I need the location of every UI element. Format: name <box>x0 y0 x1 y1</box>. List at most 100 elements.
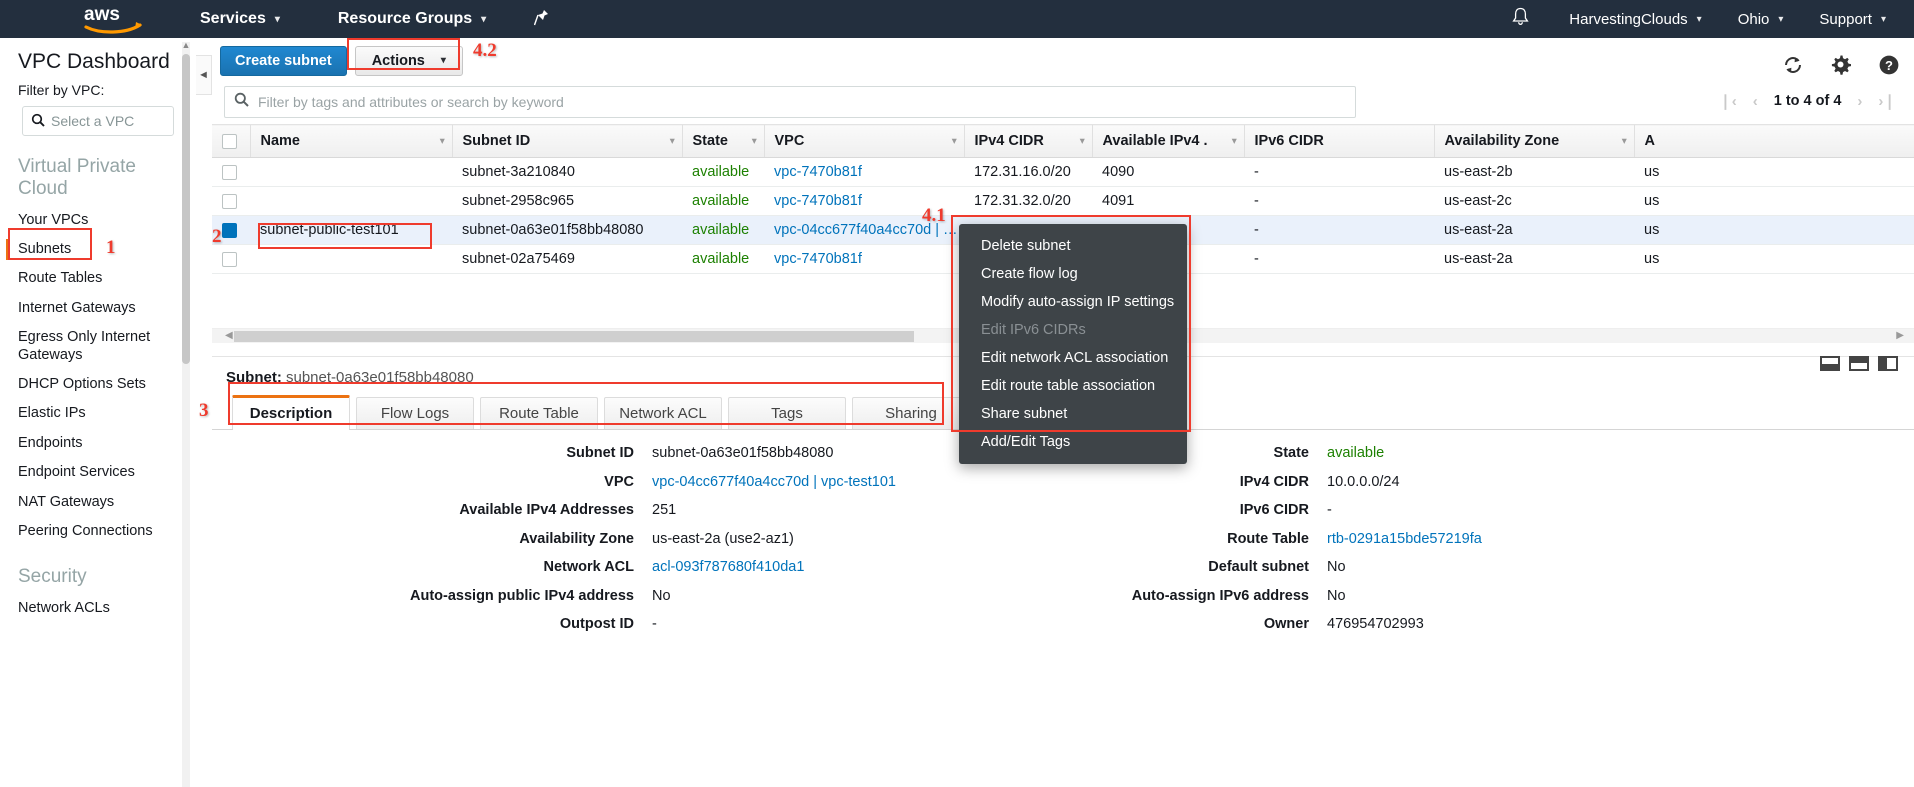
tab-description[interactable]: Description <box>232 395 350 430</box>
row-checkbox-cell[interactable] <box>212 215 250 245</box>
tab-tags[interactable]: Tags <box>728 397 846 429</box>
search-input[interactable]: Filter by tags and attributes or search … <box>224 86 1356 118</box>
nav-region-menu[interactable]: Ohio ▾ <box>1720 0 1802 38</box>
column-header-vpc[interactable]: VPC ▾ <box>763 124 964 158</box>
pin-icon[interactable] <box>518 9 565 30</box>
scroll-right-icon[interactable]: ▶ <box>1896 330 1904 342</box>
pagination-first[interactable]: ❘‹ <box>1719 92 1737 110</box>
row-checkbox[interactable] <box>222 193 237 209</box>
sidebar-item-route-tables[interactable]: Route Tables <box>0 264 190 293</box>
nav-services[interactable]: Services ▾ <box>182 0 298 38</box>
scroll-left-icon[interactable]: ◀ <box>225 330 233 342</box>
sidebar-item-internet-gateways[interactable]: Internet Gateways <box>0 294 190 323</box>
row-checkbox[interactable] <box>222 164 237 180</box>
sidebar-item-your-vpcs[interactable]: Your VPCs <box>0 206 190 235</box>
row-checkbox[interactable] <box>222 251 237 267</box>
cell-ipv6-cidr: - <box>1244 244 1434 274</box>
row-checkbox-cell[interactable] <box>212 157 250 187</box>
chevron-down-icon[interactable]: ▾ <box>952 136 957 147</box>
chevron-down-icon[interactable]: ▾ <box>440 136 445 147</box>
sidebar-item-peering-connections[interactable]: Peering Connections <box>0 517 190 546</box>
sidebar-item-dhcp-options-sets[interactable]: DHCP Options Sets <box>0 370 190 399</box>
scroll-up-icon[interactable]: ▲ <box>181 40 191 50</box>
sidebar-item-subnets[interactable]: Subnets <box>0 235 190 264</box>
actions-button[interactable]: Actions ▾ <box>354 46 463 76</box>
chevron-down-icon[interactable]: ▾ <box>1080 136 1085 147</box>
tab-route-table[interactable]: Route Table <box>480 397 598 429</box>
menu-item-edit-network-acl-association[interactable]: Edit network ACL association <box>959 344 1187 372</box>
vpc-link[interactable]: vpc-04cc677f40a4cc70d | … <box>774 222 958 238</box>
scrollbar-thumb[interactable] <box>234 331 914 342</box>
menu-item-add-edit-tags[interactable]: Add/Edit Tags <box>959 428 1187 456</box>
menu-item-modify-auto-assign-ip-settings[interactable]: Modify auto-assign IP settings <box>959 288 1187 316</box>
vpc-link[interactable]: vpc-7470b81f <box>774 251 862 267</box>
field-value-link[interactable]: rtb-0291a15bde57219fa <box>1327 530 1482 550</box>
column-header-availability-zone[interactable]: Availability Zone ▾ <box>1433 124 1634 158</box>
sidebar-item-egress-only-internet-gateways[interactable]: Egress Only Internet Gateways <box>0 323 190 370</box>
sidebar-item-elastic-ips[interactable]: Elastic IPs <box>0 399 190 428</box>
menu-item-share-subnet[interactable]: Share subnet <box>959 400 1187 428</box>
panel-split-icon[interactable] <box>1849 356 1869 371</box>
nav-resource-groups-label: Resource Groups <box>337 10 473 27</box>
tab-network-acl[interactable]: Network ACL <box>604 397 722 429</box>
nav-account-menu[interactable]: HarvestingClouds ▾ <box>1551 0 1719 38</box>
tab-sharing[interactable]: Sharing <box>852 397 970 429</box>
vpc-link[interactable]: vpc-7470b81f <box>774 193 862 209</box>
table-row[interactable]: subnet-2958c965 available vpc-7470b81f 1… <box>212 186 1914 216</box>
column-header-state[interactable]: State ▾ <box>681 124 764 158</box>
chevron-down-icon[interactable]: ▾ <box>752 136 757 147</box>
menu-item-create-flow-log[interactable]: Create flow log <box>959 260 1187 288</box>
column-header-name[interactable]: Name ▾ <box>249 124 452 158</box>
nav-resource-groups[interactable]: Resource Groups ▾ <box>320 0 504 38</box>
sidebar-item-endpoints[interactable]: Endpoints <box>0 429 190 458</box>
column-header-extra[interactable]: A <box>1633 124 1914 158</box>
vpc-link[interactable]: vpc-7470b81f <box>774 164 862 180</box>
menu-item-delete-subnet[interactable]: Delete subnet <box>959 232 1187 260</box>
sidebar-item-network-acls[interactable]: Network ACLs <box>0 594 190 623</box>
cell-subnet-id: subnet-3a210840 <box>452 157 682 187</box>
cell-vpc[interactable]: vpc-04cc677f40a4cc70d | … <box>764 215 964 245</box>
sidebar-scrollbar[interactable]: ▲ <box>181 40 191 787</box>
column-header-ipv4-cidr[interactable]: IPv4 CIDR ▾ <box>963 124 1092 158</box>
field-value-link[interactable]: vpc-04cc677f40a4cc70d | vpc-test101 <box>652 473 896 493</box>
column-header-available-ipv4[interactable]: Available IPv4 . ▾ <box>1091 124 1244 158</box>
cell-availability-zone: us-east-2b <box>1434 157 1634 187</box>
select-all-header[interactable] <box>212 124 250 158</box>
tab-flow-logs[interactable]: Flow Logs <box>356 397 474 429</box>
pagination-next[interactable]: › <box>1857 93 1862 110</box>
aws-logo[interactable]: aws <box>84 4 146 34</box>
row-checkbox-cell[interactable] <box>212 244 250 274</box>
sidebar-scrollbar-thumb[interactable] <box>182 54 190 364</box>
panel-right-icon[interactable] <box>1878 356 1898 371</box>
select-all-checkbox[interactable] <box>222 133 237 149</box>
vpc-select-input[interactable]: Select a VPC <box>22 106 174 136</box>
panel-bottom-icon[interactable] <box>1820 356 1840 371</box>
sidebar-item-nat-gateways[interactable]: NAT Gateways <box>0 488 190 517</box>
nav-support-menu[interactable]: Support ▾ <box>1801 0 1904 38</box>
detail-left-column: Subnet ID subnet-0a63e01f58bb48080 VPC v… <box>212 444 1112 644</box>
row-checkbox[interactable] <box>222 222 237 238</box>
cell-vpc[interactable]: vpc-7470b81f <box>764 186 964 216</box>
pagination-prev[interactable]: ‹ <box>1753 93 1758 110</box>
row-checkbox-cell[interactable] <box>212 186 250 216</box>
pagination-last[interactable]: ›❘ <box>1878 92 1896 110</box>
table-row[interactable]: subnet-3a210840 available vpc-7470b81f 1… <box>212 157 1914 187</box>
refresh-icon[interactable] <box>1782 54 1804 76</box>
menu-item-edit-route-table-association[interactable]: Edit route table association <box>959 372 1187 400</box>
cell-vpc[interactable]: vpc-7470b81f <box>764 244 964 274</box>
field-label: Route Table <box>1227 530 1309 547</box>
chevron-down-icon[interactable]: ▾ <box>1622 136 1627 147</box>
create-subnet-button[interactable]: Create subnet <box>220 46 347 76</box>
field-value-link[interactable]: acl-093f787680f410da1 <box>652 558 804 578</box>
gear-icon[interactable] <box>1830 54 1852 76</box>
column-header-subnet-id[interactable]: Subnet ID ▾ <box>451 124 682 158</box>
detail-field-vpc: VPC vpc-04cc677f40a4cc70d | vpc-test101 <box>212 473 1112 493</box>
sidebar-item-endpoint-services[interactable]: Endpoint Services <box>0 458 190 487</box>
help-icon[interactable]: ? <box>1878 54 1900 76</box>
sidebar-collapse-handle[interactable]: ◄ <box>196 55 212 95</box>
notifications-bell-icon[interactable] <box>1490 7 1551 31</box>
column-header-ipv6-cidr[interactable]: IPv6 CIDR <box>1243 124 1434 158</box>
chevron-down-icon[interactable]: ▾ <box>670 136 675 147</box>
cell-vpc[interactable]: vpc-7470b81f <box>764 157 964 187</box>
chevron-down-icon[interactable]: ▾ <box>1232 136 1237 147</box>
